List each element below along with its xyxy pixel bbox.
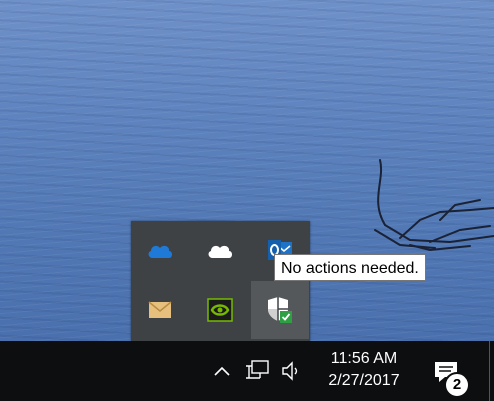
volume-button[interactable] (278, 357, 306, 385)
show-hidden-icons-button[interactable] (210, 359, 234, 383)
windows-defender-icon (268, 297, 292, 323)
taskbar-clock[interactable]: 11:56 AM 2/27/2017 (316, 345, 412, 397)
tray-icon-onedrive-white[interactable] (191, 221, 249, 279)
show-desktop-button[interactable] (489, 341, 490, 401)
network-button[interactable] (243, 357, 271, 385)
tray-icon-mail[interactable] (131, 281, 189, 339)
defender-tooltip: No actions needed. (274, 254, 426, 281)
chevron-up-icon (214, 366, 230, 376)
network-icon (246, 360, 269, 379)
clock-date: 2/27/2017 (328, 372, 400, 389)
notification-count-badge: 2 (444, 372, 470, 398)
wallpaper-branches (374, 159, 494, 252)
clock-time: 11:56 AM (330, 350, 398, 367)
tray-icon-windows-defender[interactable] (251, 281, 309, 339)
speaker-icon (282, 361, 298, 381)
tray-icon-onedrive-blue[interactable] (131, 221, 189, 279)
tray-icon-nvidia[interactable] (191, 281, 249, 339)
onedrive-blue-icon (148, 245, 172, 258)
nvidia-icon (207, 298, 233, 322)
taskbar: 11:56 AM 2/27/2017 2 (0, 341, 494, 401)
mail-icon (148, 301, 172, 318)
onedrive-white-icon (208, 245, 232, 258)
